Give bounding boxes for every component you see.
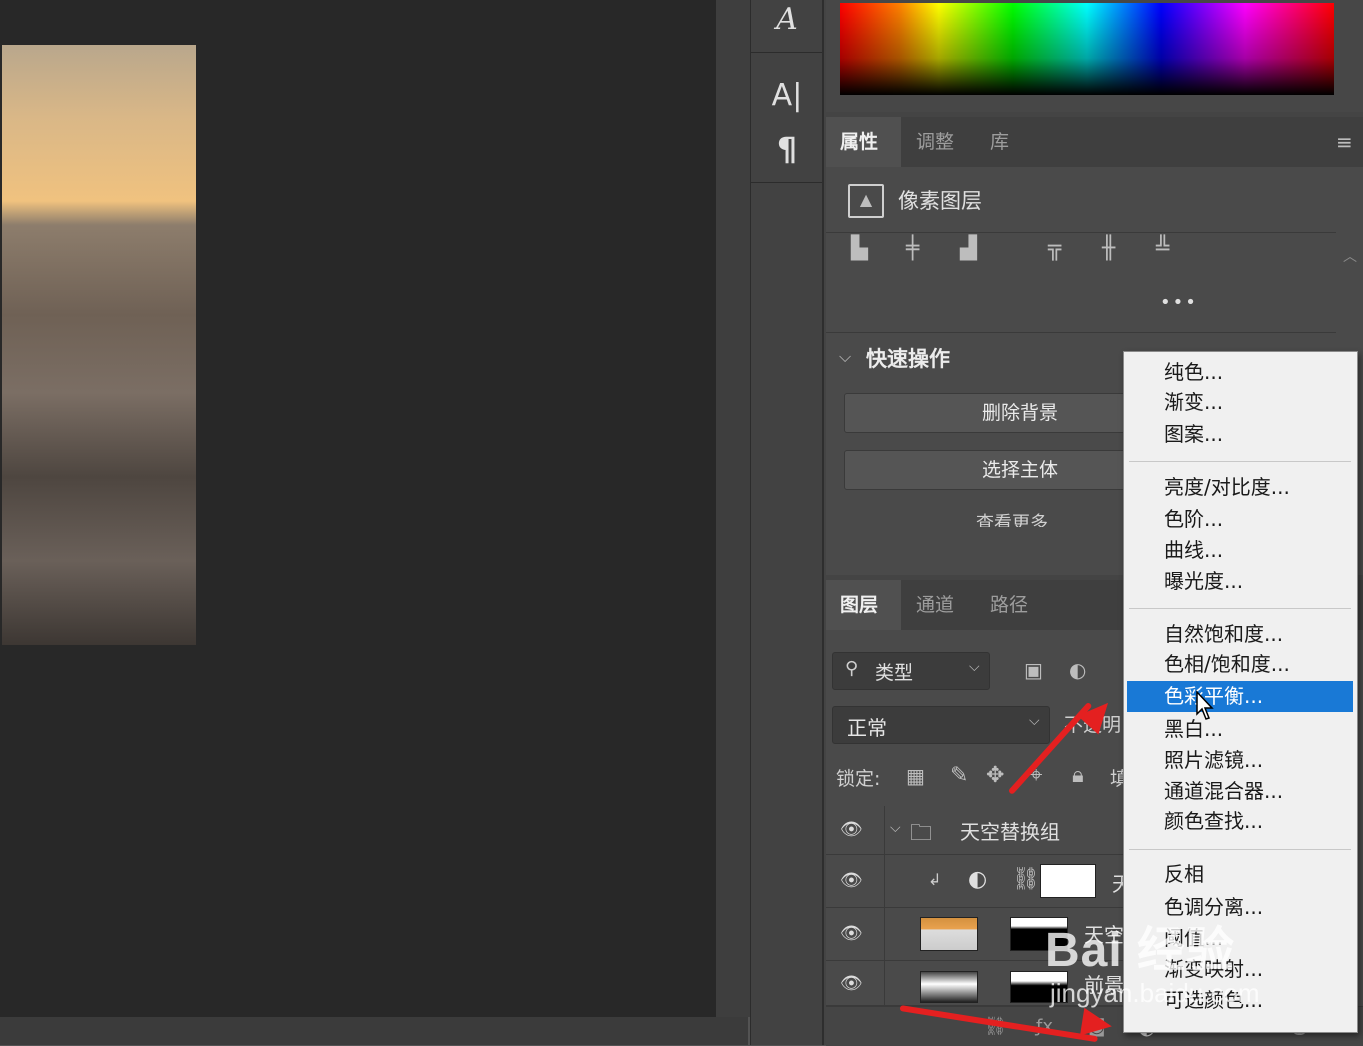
menu-item-color-balance[interactable]: 色彩平衡... [1127, 681, 1353, 712]
paragraph-panel-icon[interactable]: ¶ [751, 130, 823, 170]
mouse-cursor-icon [1196, 690, 1214, 720]
blend-mode-value: 正常 [847, 716, 887, 740]
menu-item-hue-saturation[interactable]: 色相/饱和度... [1124, 649, 1357, 680]
menu-item-color-lookup[interactable]: 颜色查找... [1124, 806, 1357, 837]
eye-icon[interactable]: 👁︎ [840, 973, 863, 994]
layer-name[interactable]: 天空替换组 [960, 816, 1060, 845]
adjustment-filter-icon[interactable]: ◐ [1069, 658, 1086, 682]
panel-tool-strip: A A| ¶ [750, 0, 823, 1045]
menu-item-black-white[interactable]: 黑白... [1124, 714, 1357, 745]
chevron-down-icon: ⌵ [969, 659, 980, 675]
glyph-panel-icon[interactable]: A [751, 2, 823, 46]
annotation-arrowhead [1079, 1007, 1115, 1041]
layer-thumbnail[interactable] [920, 971, 978, 1003]
align-right-icon[interactable]: ▟ [960, 237, 977, 261]
eye-icon[interactable]: 👁︎ [840, 870, 863, 891]
link-icon[interactable]: ⛓︎ [1012, 867, 1040, 892]
menu-item-levels[interactable]: 色阶... [1124, 504, 1357, 535]
baidu-watermark: Bai 经验 [1045, 924, 1236, 977]
folder-icon: 🗀 [910, 821, 933, 846]
align-left-icon[interactable]: ▙ [851, 237, 868, 261]
menu-item-pattern[interactable]: 图案... [1124, 419, 1357, 450]
align-top-icon[interactable]: ╦ [1048, 237, 1061, 261]
view-more-link[interactable]: 查看更多 [976, 509, 1048, 527]
panel-menu-icon[interactable]: ≡ [1336, 130, 1353, 154]
tab-channels[interactable]: 通道 [902, 580, 968, 630]
chevron-down-icon: ⌵ [1029, 713, 1040, 729]
menu-separator [1129, 608, 1351, 609]
lock-all-icon[interactable]: 🔒︎ [1072, 764, 1084, 788]
filter-label: 类型 [875, 662, 914, 684]
scroll-up-icon[interactable]: ︿ [1343, 245, 1357, 269]
menu-item-brightness-contrast[interactable]: 亮度/对比度... [1124, 472, 1357, 503]
canvas-image [2, 45, 196, 645]
baidu-watermark-url: jingyan.baidu.com [1050, 978, 1260, 1008]
menu-item-solid-color[interactable]: 纯色... [1124, 357, 1357, 388]
layer-row-group[interactable]: 👁︎ ⌵ 🗀 天空替换组 [826, 806, 1126, 855]
lock-label: 锁定: [836, 768, 881, 790]
pixel-layer-icon: ▲ [848, 184, 884, 218]
scroll-gutter [716, 0, 750, 1017]
character-panel-icon[interactable]: A| [751, 78, 823, 118]
properties-tabbar: 属性 调整 库 ≡ [826, 117, 1363, 167]
chevron-down-icon[interactable]: ⌵ [839, 345, 851, 369]
lock-pixels-icon[interactable]: ✎ [950, 764, 968, 788]
adjustment-layer-icon: ◐ [968, 867, 988, 892]
color-spectrum[interactable] [840, 3, 1334, 95]
more-options-button[interactable]: ••• [1160, 292, 1198, 313]
align-center-icon[interactable]: ╪ [906, 237, 919, 261]
menu-item-gradient[interactable]: 渐变... [1124, 387, 1357, 418]
align-bottom-icon[interactable]: ╩ [1156, 237, 1169, 261]
menu-item-photo-filter[interactable]: 照片滤镜... [1124, 745, 1357, 776]
tab-properties[interactable]: 属性 [826, 117, 901, 167]
quick-actions-title: 快速操作 [866, 347, 950, 371]
layer-filter-select[interactable]: ⚲ 类型 ⌵ [832, 652, 990, 690]
align-middle-icon[interactable]: ╫ [1102, 237, 1115, 261]
image-filter-icon[interactable]: ▣ [1024, 658, 1043, 682]
tab-libraries[interactable]: 库 [976, 117, 1023, 167]
menu-separator [1129, 461, 1351, 462]
layer-type-label: 像素图层 [898, 189, 982, 213]
menu-item-vibrance[interactable]: 自然饱和度... [1124, 619, 1357, 650]
status-bar [0, 1017, 748, 1045]
menu-item-curves[interactable]: 曲线... [1124, 535, 1357, 566]
lock-transparency-icon[interactable]: ▦ [906, 764, 925, 788]
clip-arrow-icon: ↲ [928, 870, 942, 889]
eye-icon[interactable]: 👁︎ [840, 819, 863, 840]
layer-thumbnail[interactable] [920, 917, 978, 951]
layer-mask-thumbnail[interactable] [1040, 864, 1096, 898]
menu-separator [1129, 849, 1351, 850]
tab-layers[interactable]: 图层 [826, 580, 901, 630]
chevron-down-icon[interactable]: ⌵ [890, 820, 901, 836]
tab-paths[interactable]: 路径 [976, 580, 1042, 630]
eye-icon[interactable]: 👁︎ [840, 923, 863, 944]
menu-item-exposure[interactable]: 曝光度... [1124, 566, 1357, 597]
layer-row-adjustment[interactable]: 👁︎ ↲ ◐ ⛓︎ 天 [826, 855, 1132, 908]
search-icon: ⚲ [845, 658, 859, 679]
lock-position-icon[interactable]: ✥ [986, 764, 1004, 788]
menu-item-channel-mixer[interactable]: 通道混合器... [1124, 776, 1357, 807]
tab-adjustments[interactable]: 调整 [902, 117, 968, 167]
menu-item-invert[interactable]: 反相 [1124, 859, 1357, 890]
blend-mode-select[interactable]: 正常 ⌵ [832, 706, 1050, 744]
